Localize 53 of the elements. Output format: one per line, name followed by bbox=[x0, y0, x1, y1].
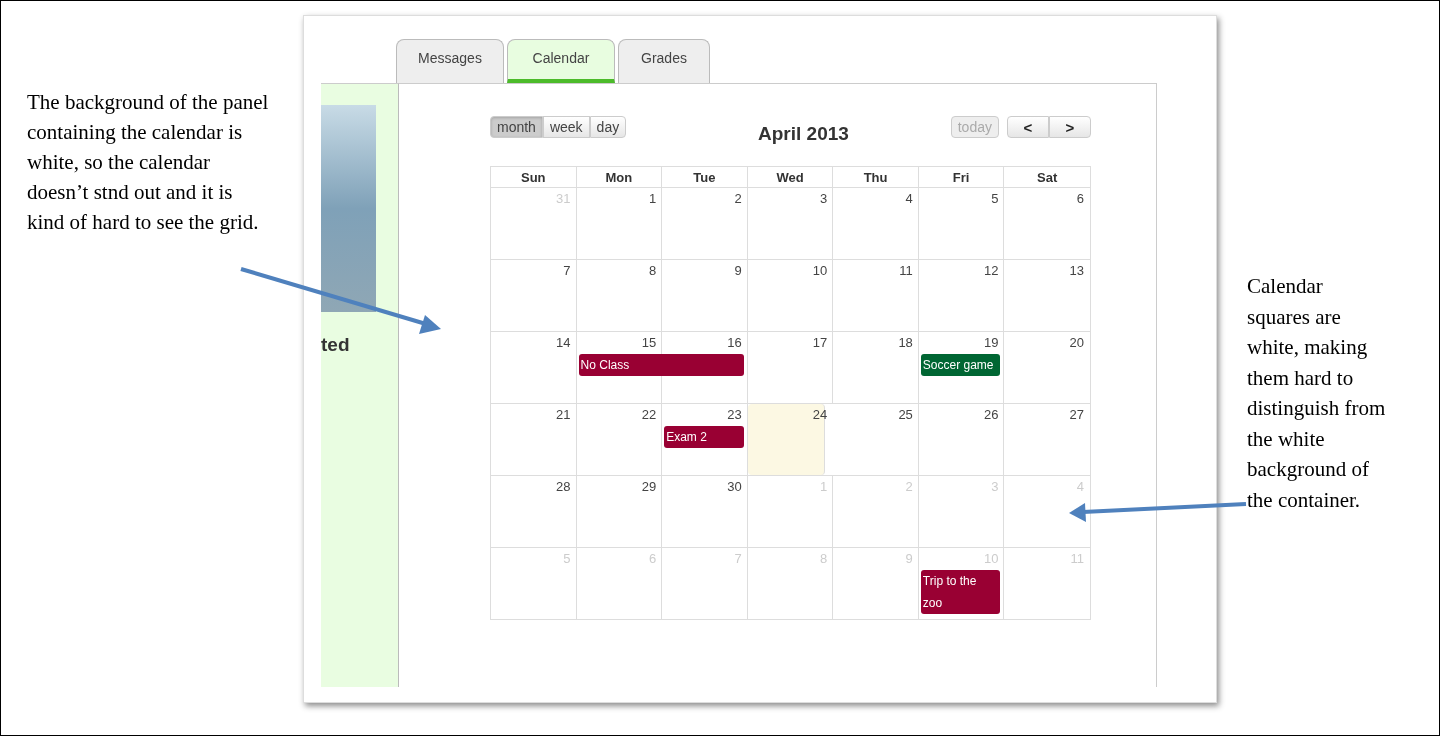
weekday-header: Fri bbox=[918, 167, 1005, 188]
day-number: 5 bbox=[991, 190, 1000, 208]
tab[interactable]: Calendar bbox=[507, 39, 615, 83]
day-number: 26 bbox=[983, 406, 1000, 424]
day-number: 22 bbox=[641, 406, 658, 424]
day-number: 4 bbox=[905, 190, 914, 208]
tab[interactable]: Messages bbox=[396, 39, 504, 83]
day-number: 11 bbox=[899, 262, 914, 280]
day-number: 28 bbox=[556, 478, 572, 496]
day-number: 12 bbox=[983, 262, 1000, 280]
day-number: 24 bbox=[812, 406, 829, 424]
day-number: 14 bbox=[556, 334, 572, 352]
day-number: 6 bbox=[1076, 190, 1085, 208]
day-number: 30 bbox=[727, 478, 743, 496]
weekday-header: Wed bbox=[747, 167, 834, 188]
day-number: 20 bbox=[1069, 334, 1085, 352]
tab[interactable]: Grades bbox=[618, 39, 710, 83]
day-number: 18 bbox=[898, 334, 914, 352]
annotation-text: Calendar squares are white, making them hard to distinguish from the white background of the container. bbox=[1247, 273, 1387, 514]
day-number: 8 bbox=[648, 262, 658, 280]
weekday-header: Mon bbox=[576, 167, 663, 188]
day-number: 1 bbox=[648, 190, 658, 208]
next-button[interactable]: > bbox=[1049, 116, 1091, 138]
view-button[interactable]: week bbox=[542, 116, 590, 138]
day-number: 16 bbox=[727, 334, 743, 352]
calendar-event[interactable]: Exam 2 bbox=[664, 426, 744, 448]
weekday-header: Sat bbox=[1004, 167, 1090, 188]
view-button[interactable]: day bbox=[589, 116, 627, 138]
weekday-header: Thu bbox=[833, 167, 919, 188]
day-number: 27 bbox=[1069, 406, 1085, 424]
annotation-text: The background of the panel containing the calendar is white, so the calendar doesn’t stnd out and it is kind of hard to see the grid. bbox=[27, 89, 270, 236]
view-button[interactable]: month bbox=[490, 116, 543, 138]
weekday-header: Tue bbox=[662, 167, 748, 188]
sidebar-heading: ted bbox=[321, 334, 351, 356]
day-number: 29 bbox=[641, 478, 658, 496]
weekday-header: Sun bbox=[491, 167, 577, 188]
day-number: 23 bbox=[727, 406, 743, 424]
day-number: 25 bbox=[898, 406, 914, 424]
calendar-event[interactable]: Soccer game bbox=[920, 354, 1001, 376]
calendar-event[interactable]: No Class bbox=[578, 354, 744, 376]
day-number: 3 bbox=[820, 190, 829, 208]
day-number: 19 bbox=[983, 334, 1000, 352]
day-number: 15 bbox=[641, 334, 658, 352]
day-number: 21 bbox=[556, 406, 572, 424]
day-number: 7 bbox=[563, 262, 572, 280]
day-number: 10 bbox=[812, 262, 829, 280]
day-number: 9 bbox=[734, 262, 743, 280]
day-number: 2 bbox=[734, 190, 743, 208]
day-number: 17 bbox=[812, 334, 829, 352]
day-number: 13 bbox=[1069, 262, 1085, 280]
calendar-title: April 2013 bbox=[758, 123, 849, 145]
calendar-event[interactable]: Trip to the zoo bbox=[920, 570, 1001, 614]
previous-button[interactable]: < bbox=[1007, 116, 1049, 138]
